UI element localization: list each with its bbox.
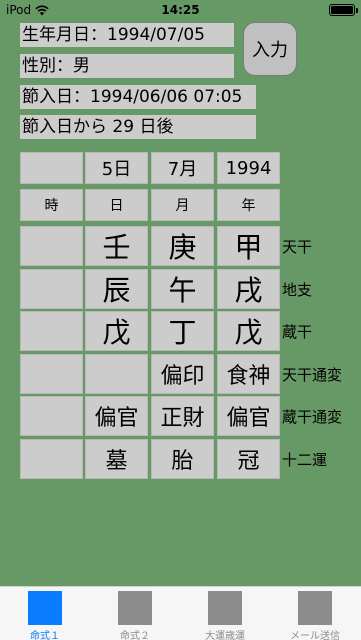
zoukan-tsuhen-year-cell: 偏官 [217, 396, 280, 436]
pillar-label-hour: 時 [20, 189, 83, 221]
zoukan-tsuhen-day-cell: 偏官 [85, 396, 148, 436]
gender-label: 性別：男 [20, 54, 234, 78]
tab-label: 大運歳運 [205, 631, 245, 640]
chishi-day-cell: 辰 [85, 269, 148, 309]
tab-square-icon [298, 591, 332, 625]
zoukan-day-cell: 戊 [85, 311, 148, 351]
tab-square-icon [28, 591, 62, 625]
header-cell-day: 5日 [85, 152, 148, 184]
tab-bar: 命式１ 命式２ 大運歳運 メール送信 [0, 586, 361, 640]
row-label-juuni-un: 十二運 [282, 450, 328, 469]
tenkan-tsuhen-month-cell: 偏印 [151, 354, 214, 394]
tenkan-tsuhen-hour-cell [20, 354, 83, 394]
row-label-zoukan: 蔵干 [282, 322, 313, 341]
row-label-tenkan-tsuhen: 天干通変 [282, 365, 343, 384]
chishi-year-cell: 戌 [217, 269, 280, 309]
pillar-label-year: 年 [217, 189, 280, 221]
zoukan-month-cell: 丁 [151, 311, 214, 351]
setsunyu-date-label: 節入日：1994/06/06 07:05 [20, 85, 256, 109]
pillar-label-month: 月 [151, 189, 214, 221]
status-bar: iPod 14:25 [0, 0, 361, 20]
zoukan-tsuhen-hour-cell [20, 396, 83, 436]
tenkan-day-cell: 壬 [85, 226, 148, 266]
tab-taiun-saiun[interactable]: 大運歳運 [180, 587, 270, 640]
days-since-label: 節入日から 29 日後 [20, 115, 256, 139]
juuni-un-year-cell: 冠 [217, 439, 280, 479]
pillar-label-day: 日 [85, 189, 148, 221]
zoukan-year-cell: 戊 [217, 311, 280, 351]
zoukan-hour-cell [20, 311, 83, 351]
juuni-un-day-cell: 墓 [85, 439, 148, 479]
tenkan-month-cell: 庚 [151, 226, 214, 266]
birthdate-label: 生年月日：1994/07/05 [20, 23, 234, 47]
chishi-hour-cell [20, 269, 83, 309]
tenkan-hour-cell [20, 226, 83, 266]
juuni-un-month-cell: 胎 [151, 439, 214, 479]
header-cell-month: 7月 [151, 152, 214, 184]
row-label-chishi: 地支 [282, 280, 313, 299]
tab-meishiki-1[interactable]: 命式１ [0, 587, 90, 640]
tab-square-icon [208, 591, 242, 625]
input-button[interactable]: 入力 [243, 22, 297, 76]
battery-icon [329, 4, 358, 16]
header-cell-year: 1994 [217, 152, 280, 184]
tab-label: 命式２ [120, 631, 150, 640]
tab-label: 命式１ [30, 631, 60, 640]
juuni-un-hour-cell [20, 439, 83, 479]
tab-meishiki-2[interactable]: 命式２ [90, 587, 180, 640]
tab-square-icon [118, 591, 152, 625]
tab-label: メール送信 [290, 631, 340, 640]
tab-mail-send[interactable]: メール送信 [270, 587, 360, 640]
row-label-zoukan-tsuhen: 蔵干通変 [282, 407, 343, 426]
chishi-month-cell: 午 [151, 269, 214, 309]
tenkan-tsuhen-year-cell: 食神 [217, 354, 280, 394]
zoukan-tsuhen-month-cell: 正財 [151, 396, 214, 436]
status-time: 14:25 [161, 3, 200, 17]
tenkan-tsuhen-day-cell [85, 354, 148, 394]
header-cell-hour [20, 152, 83, 184]
row-label-tenkan: 天干 [282, 237, 313, 256]
tenkan-year-cell: 甲 [217, 226, 280, 266]
